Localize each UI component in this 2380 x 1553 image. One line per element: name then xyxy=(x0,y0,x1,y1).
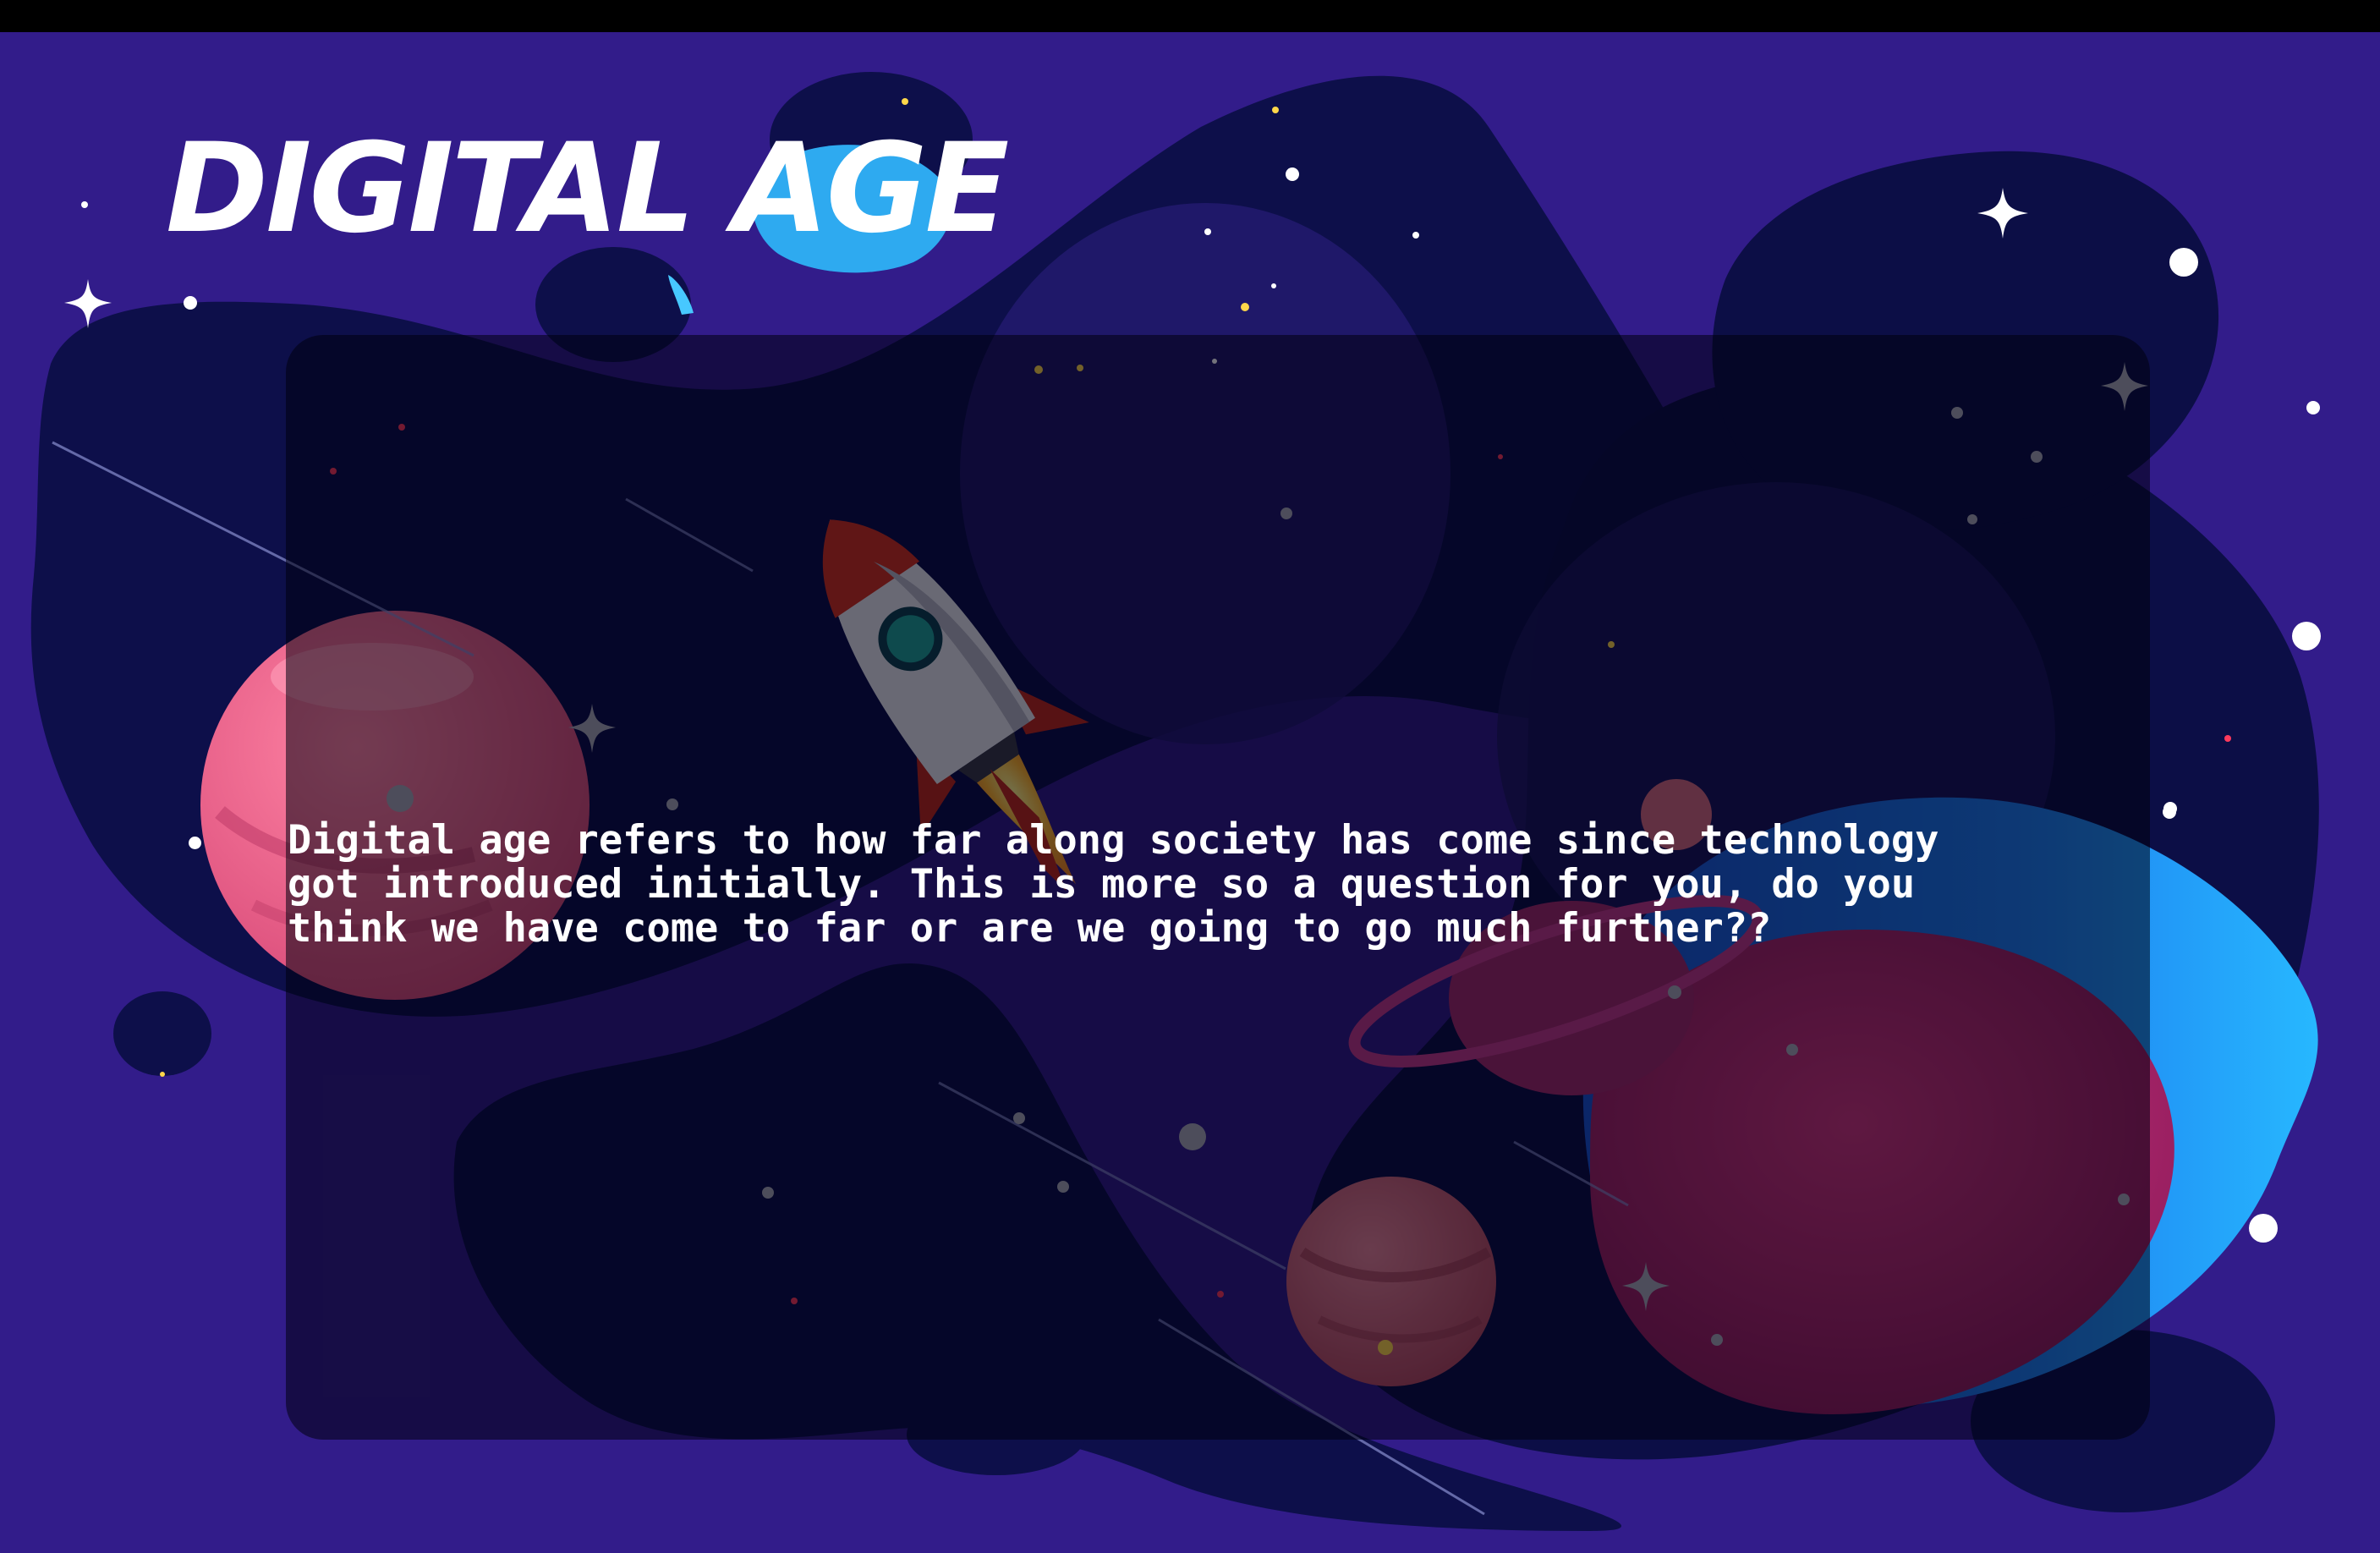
slide-title: DIGITAL AGE xyxy=(166,117,1009,261)
nebula-blob-small xyxy=(113,991,211,1076)
slide: DIGITAL AGE Digital age refers to how fa… xyxy=(0,0,2380,1553)
letterbox-bar xyxy=(0,0,2380,32)
bullet-text: Digital age refers to how far along soci… xyxy=(288,817,1939,952)
bullet-icon xyxy=(189,837,201,849)
